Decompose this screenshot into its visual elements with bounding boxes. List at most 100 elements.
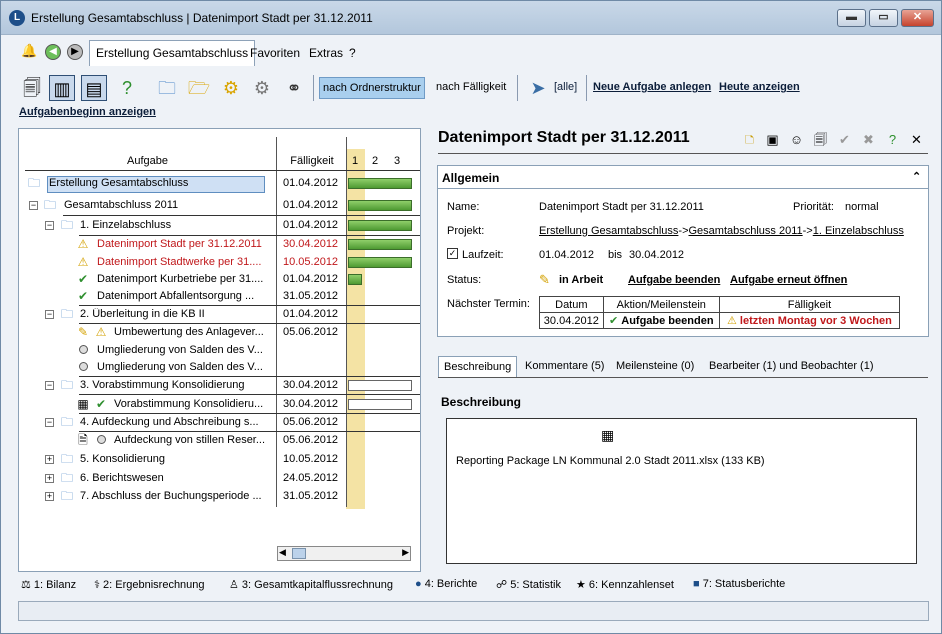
close-button[interactable]: ✕ bbox=[901, 9, 934, 27]
general-section: Allgemein ⌃ Name: Datenimport Stadt per … bbox=[437, 165, 929, 337]
expand-toggle[interactable]: + bbox=[45, 492, 54, 501]
tree-row[interactable]: − 🗀 3. Vorabstimmung Konsolidierung 30.0… bbox=[19, 377, 420, 395]
collapse-toggle[interactable]: − bbox=[45, 221, 54, 230]
column-header-task[interactable]: Aufgabe bbox=[19, 155, 276, 167]
folder-up-icon[interactable]: 🗁 bbox=[186, 75, 212, 101]
menu-tab-erstellung[interactable]: Erstellung Gesamtabschluss bbox=[89, 40, 256, 66]
tree-row[interactable]: + 🗀 5. Konsolidierung 10.05.2012 bbox=[19, 451, 420, 469]
finish-task-link[interactable]: Aufgabe beenden bbox=[628, 274, 720, 286]
nav-statusberichte[interactable]: ■ 7: Statusberichte bbox=[693, 578, 785, 590]
person-icon[interactable]: ☺ bbox=[788, 131, 805, 148]
column-header-due[interactable]: Fälligkeit bbox=[277, 155, 347, 167]
collapse-toggle[interactable]: − bbox=[45, 418, 54, 427]
tree-row[interactable]: + 🗀 6. Berichtswesen 24.05.2012 bbox=[19, 470, 420, 488]
filter-all-button[interactable]: [alle] bbox=[554, 81, 577, 93]
tree-row-label: 3. Vorabstimmung Konsolidierung bbox=[80, 379, 245, 391]
nav-label: 1: Bilanz bbox=[33, 579, 77, 591]
scroll-left-icon[interactable]: ◀ bbox=[279, 547, 286, 558]
tab-bearbeiter[interactable]: Bearbeiter (1) und Beobachter (1) bbox=[704, 356, 878, 378]
tab-beschreibung[interactable]: Beschreibung bbox=[438, 356, 518, 378]
open-circle-icon bbox=[93, 433, 109, 447]
gears-icon[interactable]: ⚙ bbox=[249, 75, 275, 101]
collapse-icon[interactable]: ⌃ bbox=[912, 170, 921, 183]
new-task-link[interactable]: Neue Aufgabe anlegen bbox=[593, 81, 711, 93]
folder-icon: 🗀 bbox=[27, 176, 40, 190]
cube-icon[interactable]: ▣ bbox=[764, 131, 781, 148]
tree-row[interactable]: − 🗀 2. Überleitung in die KB II 01.04.20… bbox=[19, 306, 420, 324]
tree-row[interactable]: ⚠ Datenimport Stadt per 31.12.2011 30.04… bbox=[19, 236, 420, 254]
documents-icon[interactable]: 🗐 bbox=[19, 75, 45, 101]
cancel-disabled-icon[interactable]: ✖ bbox=[860, 131, 877, 148]
gantt-bar bbox=[348, 220, 412, 231]
show-start-link[interactable]: Aufgabenbeginn anzeigen bbox=[19, 106, 156, 118]
tree-row[interactable]: 🗀 Erstellung Gesamtabschluss 01.04.2012 bbox=[19, 175, 420, 193]
expand-toggle[interactable]: + bbox=[45, 455, 54, 464]
horizontal-scrollbar[interactable]: ◀ ▶ bbox=[277, 546, 411, 561]
project-link-root[interactable]: Erstellung Gesamtabschluss bbox=[539, 225, 678, 237]
nav-kennzahlenset[interactable]: ★ 6: Kennzahlenset bbox=[576, 578, 674, 591]
note-icon[interactable]: 🗅 bbox=[741, 131, 758, 148]
maximize-button[interactable]: ▭ bbox=[869, 9, 898, 27]
nav-berichte[interactable]: ● 4: Berichte bbox=[415, 578, 477, 590]
status-bar bbox=[18, 601, 929, 621]
nav-label: 2: Ergebnisrechnung bbox=[103, 579, 205, 591]
back-icon[interactable]: ◀ bbox=[45, 44, 61, 60]
tree-row-date: 10.05.2012 bbox=[283, 256, 339, 268]
layout-right-icon[interactable]: ▤ bbox=[81, 75, 107, 101]
tab-kommentare[interactable]: Kommentare (5) bbox=[520, 356, 609, 378]
bell-icon[interactable]: 🔔 bbox=[21, 44, 37, 60]
table-header: Aktion/Meilenstein bbox=[602, 296, 720, 313]
scroll-thumb[interactable] bbox=[292, 548, 306, 559]
scroll-right-icon[interactable]: ▶ bbox=[402, 547, 409, 558]
collapse-toggle[interactable]: − bbox=[29, 201, 38, 210]
project-link-year[interactable]: Gesamtabschluss 2011 bbox=[689, 225, 803, 237]
binoculars-icon[interactable]: ⚭ bbox=[281, 75, 307, 101]
minimize-button[interactable]: ▬ bbox=[837, 9, 866, 27]
nav-statistik[interactable]: ☍ 5: Statistik bbox=[496, 578, 561, 591]
check-disabled-icon[interactable]: ✔ bbox=[836, 131, 853, 148]
tree-row[interactable]: Umgliederung von Salden des V... bbox=[19, 359, 420, 377]
tree-row[interactable]: − 🗀 4. Aufdeckung und Abschreibung s... … bbox=[19, 414, 420, 432]
folder-settings-icon[interactable]: ⚙ bbox=[218, 75, 244, 101]
runtime-checkbox[interactable]: ✓ bbox=[447, 248, 458, 259]
attachment-link[interactable]: Reporting Package LN Kommunal 2.0 Stadt … bbox=[456, 455, 765, 467]
tree-row[interactable]: ✎ ⚠ Umbewertung des Anlagever... 05.06.2… bbox=[19, 324, 420, 342]
today-link[interactable]: Heute anzeigen bbox=[719, 81, 800, 93]
close-icon[interactable]: ✕ bbox=[908, 131, 925, 148]
folder-icon[interactable]: 🗀 bbox=[154, 75, 180, 101]
nav-ergebnisrechnung[interactable]: ⚕ 2: Ergebnisrechnung bbox=[94, 578, 205, 591]
help-check-icon[interactable]: ? bbox=[114, 75, 140, 101]
view-faelligkeit-button[interactable]: nach Fälligkeit bbox=[436, 81, 506, 93]
expand-toggle[interactable]: + bbox=[45, 474, 54, 483]
excel-file-icon[interactable]: ▦ bbox=[601, 427, 614, 444]
tree-row-label: 5. Konsolidierung bbox=[80, 453, 166, 465]
tree-row[interactable]: 🗎 Aufdeckung von stillen Reser... 05.06.… bbox=[19, 432, 420, 450]
tree-row-date: 01.04.2012 bbox=[283, 219, 339, 231]
tree-row[interactable]: − 🗀 Gesamtabschluss 2011 01.04.2012 bbox=[19, 197, 420, 215]
tree-row[interactable]: ⚠ Datenimport Stadtwerke per 31.... 10.0… bbox=[19, 254, 420, 272]
layout-left-icon[interactable]: ▥ bbox=[49, 75, 75, 101]
tree-row[interactable]: ▦ ✔ Vorabstimmung Konsolidieru... 30.04.… bbox=[19, 396, 420, 414]
documents-icon[interactable]: 🗐 bbox=[812, 131, 829, 148]
filter-icon[interactable]: ➤ bbox=[525, 75, 551, 101]
nav-bilanz[interactable]: ⚖ 1: Bilanz bbox=[21, 578, 76, 591]
menu-help[interactable]: ? bbox=[349, 46, 356, 60]
forward-icon[interactable]: ▶ bbox=[67, 44, 83, 60]
tree-row[interactable]: − 🗀 1. Einzelabschluss 01.04.2012 bbox=[19, 217, 420, 235]
table-header: Fälligkeit bbox=[718, 296, 901, 313]
collapse-toggle[interactable]: − bbox=[45, 381, 54, 390]
collapse-toggle[interactable]: − bbox=[45, 310, 54, 319]
menu-extras[interactable]: Extras bbox=[309, 46, 343, 60]
tab-meilensteine[interactable]: Meilensteine (0) bbox=[611, 356, 699, 378]
help-icon[interactable]: ? bbox=[884, 131, 901, 148]
tree-row[interactable]: Umgliederung von Salden des V... bbox=[19, 342, 420, 360]
menu-favoriten[interactable]: Favoriten bbox=[250, 46, 300, 60]
tree-row[interactable]: + 🗀 7. Abschluss der Buchungsperiode ...… bbox=[19, 488, 420, 506]
tree-row[interactable]: ✔ Datenimport Abfallentsorgung ... 31.05… bbox=[19, 288, 420, 306]
view-ordnerstruktur-button[interactable]: nach Ordnerstruktur bbox=[319, 77, 425, 99]
reopen-task-link[interactable]: Aufgabe erneut öffnen bbox=[730, 274, 847, 286]
nav-kapitalfluss[interactable]: ♙ 3: Gesamtkapitalflussrechnung bbox=[229, 578, 393, 591]
tree-row[interactable]: ✔ Datenimport Kurbetriebe per 31.... 01.… bbox=[19, 271, 420, 289]
gantt-header: 1 bbox=[352, 155, 359, 167]
project-link-phase[interactable]: 1. Einzelabschluss bbox=[813, 225, 904, 237]
